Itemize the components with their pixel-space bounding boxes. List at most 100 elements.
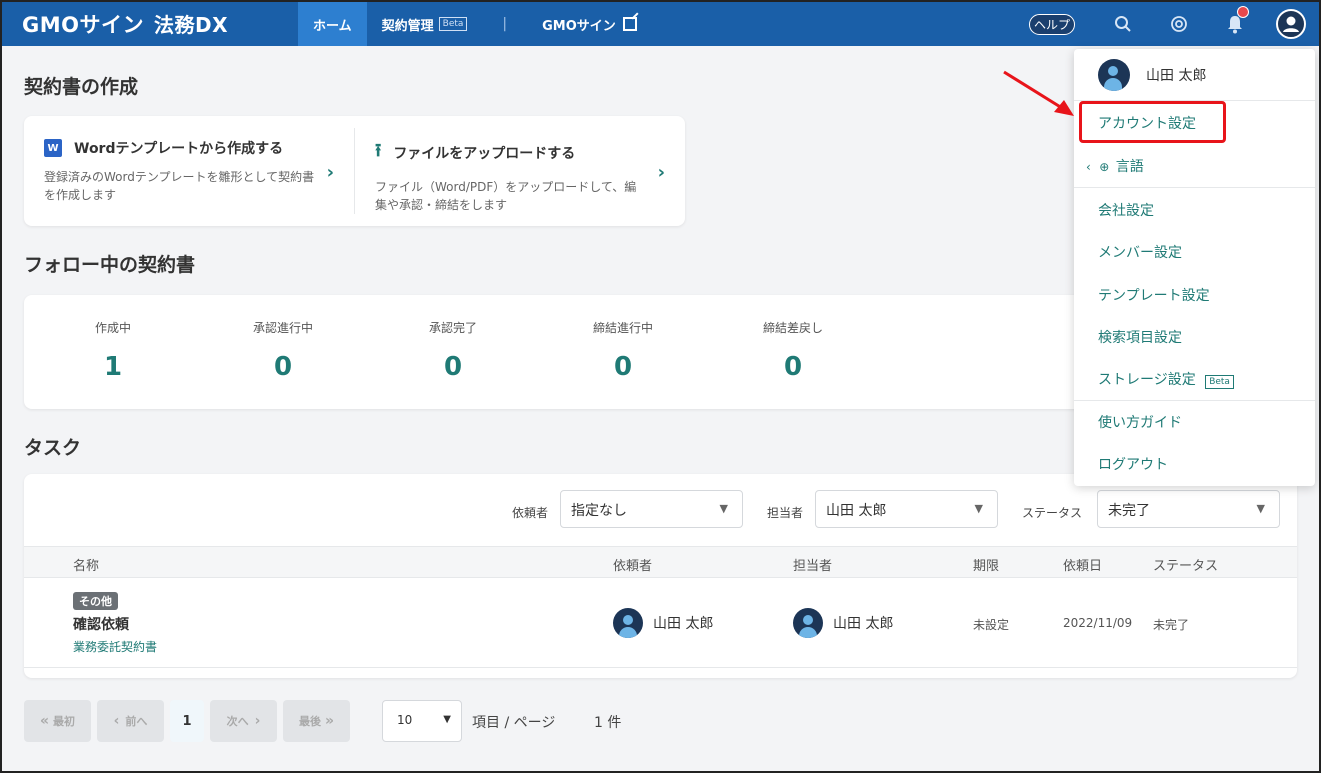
upload-icon: ⭱: [375, 140, 382, 161]
account-menu-button[interactable]: [1263, 2, 1319, 46]
menu-divider: [1074, 187, 1315, 188]
first-page-label: 最初: [53, 715, 76, 728]
word-icon: W: [44, 139, 62, 157]
help-button[interactable]: ヘルプ: [1028, 13, 1075, 35]
avatar: [1098, 58, 1130, 91]
chevron-down-icon: ▼: [1256, 502, 1265, 515]
per-page-label: 項目 / ページ: [472, 715, 556, 731]
follow-section-title: フォロー中の契約書: [24, 254, 196, 276]
menu-item-template-settings[interactable]: テンプレート設定: [1098, 285, 1210, 305]
tab-gmo-sign-label: GMOサイン: [542, 18, 616, 34]
avatar: [613, 608, 643, 638]
menu-item-language[interactable]: ‹ ⊕ 言語: [1086, 156, 1144, 176]
menu-item-logout[interactable]: ログアウト: [1098, 454, 1168, 474]
per-page-select[interactable]: 10 ▼: [382, 700, 462, 742]
task-table-header: 名称 依頼者 担当者 期限 依頼日 ステータス: [24, 546, 1297, 578]
status-filter-select[interactable]: 未完了 ▼: [1097, 490, 1280, 528]
status-filter-value: 未完了: [1108, 503, 1150, 519]
next-page-button[interactable]: 次へ ›: [210, 700, 277, 742]
requester-filter-label: 依頼者: [512, 506, 549, 520]
prev-page-label: 前へ: [125, 715, 148, 728]
stat-value: 0: [783, 352, 803, 382]
search-button[interactable]: [1095, 2, 1151, 46]
help-label: ヘルプ: [1033, 17, 1070, 32]
dropdown-user-name: 山田 太郎: [1146, 67, 1207, 84]
create-from-word-template[interactable]: W Wordテンプレートから作成する 登録済みのWordテンプレートを雛形として…: [24, 116, 354, 226]
nav-separator: |: [502, 16, 508, 32]
menu-item-search-field-settings[interactable]: 検索項目設定: [1098, 327, 1182, 347]
stat-approval-in-progress[interactable]: 承認進行中 0: [198, 319, 368, 382]
column-header-requester[interactable]: 依頼者: [613, 555, 652, 574]
column-header-deadline[interactable]: 期限: [973, 555, 999, 574]
table-row[interactable]: その他 確認依頼 業務委託契約書 山田 太郎 山田 太郎 未設定 2022/11…: [24, 578, 1297, 668]
external-link-icon: [622, 17, 637, 31]
assignee-filter-label: 担当者: [767, 506, 804, 520]
requester-cell: 山田 太郎: [613, 608, 713, 638]
pointer-arrow-annotation: [1003, 70, 1074, 116]
stat-label: 承認完了: [428, 321, 477, 335]
double-chevron-left-icon: «: [39, 713, 50, 729]
prev-page-button[interactable]: ‹ 前へ: [97, 700, 164, 742]
notification-badge: [1237, 6, 1249, 18]
stat-value: 1: [103, 352, 123, 382]
page-number-button[interactable]: 1: [170, 700, 204, 742]
menu-item-storage-settings[interactable]: ストレージ設定 Beta: [1098, 369, 1234, 389]
highlight-annotation: [1079, 101, 1226, 143]
column-header-name[interactable]: 名称: [73, 555, 99, 574]
per-page-value: 10: [397, 713, 413, 727]
chevron-right-icon: ›: [326, 162, 334, 183]
stat-label: 承認進行中: [252, 321, 313, 335]
beta-badge: Beta: [438, 17, 468, 31]
upload-file[interactable]: ⭱ ファイルをアップロードする ファイル（Word/PDF）をアップロードして、…: [355, 116, 685, 226]
tab-home[interactable]: ホーム: [298, 2, 367, 46]
column-header-assignee[interactable]: 担当者: [793, 555, 832, 574]
stat-drafting[interactable]: 作成中 1: [28, 319, 198, 382]
last-page-button[interactable]: 最後 »: [283, 700, 350, 742]
tab-contract-management[interactable]: 契約管理 Beta: [367, 2, 483, 46]
beta-badge: Beta: [1205, 375, 1234, 389]
deadline-cell: 未設定: [973, 618, 1010, 632]
chevron-right-icon: ›: [254, 713, 261, 729]
total-count: 1 件: [594, 715, 622, 731]
tab-home-label: ホーム: [313, 18, 352, 34]
double-chevron-right-icon: »: [324, 713, 335, 729]
status-filter-label: ステータス: [1022, 506, 1083, 520]
menu-item-company-settings[interactable]: 会社設定: [1098, 200, 1154, 220]
next-page-label: 次へ: [226, 715, 249, 728]
stat-value: 0: [443, 352, 463, 382]
assignee-filter-select[interactable]: 山田 太郎 ▼: [815, 490, 998, 528]
menu-item-usage-guide[interactable]: 使い方ガイド: [1098, 412, 1182, 432]
upload-desc: ファイル（Word/PDF）をアップロードして、編集や承認・締結をします: [375, 180, 637, 212]
notification-button[interactable]: [1207, 2, 1263, 46]
chevron-left-icon: ‹: [1086, 160, 1091, 174]
stat-signing-returned[interactable]: 締結差戻し 0: [708, 319, 878, 382]
requester-filter-select[interactable]: 指定なし ▼: [560, 490, 743, 528]
header-actions: ヘルプ: [1028, 2, 1319, 46]
globe-icon: ⊕: [1099, 160, 1110, 174]
account-icon: [1276, 9, 1306, 39]
menu-item-member-settings[interactable]: メンバー設定: [1098, 242, 1182, 262]
stat-signing-in-progress[interactable]: 締結進行中 0: [538, 319, 708, 382]
chevron-down-icon: ▼: [719, 502, 728, 515]
app-logo[interactable]: GMOサイン 法務DX: [22, 9, 298, 39]
chevron-down-icon: ▼: [443, 714, 451, 725]
column-header-request-date[interactable]: 依頼日: [1063, 555, 1102, 574]
task-name: 確認依頼: [73, 617, 129, 633]
upload-label: ファイルをアップロードする: [393, 146, 576, 162]
tab-gmo-sign-external[interactable]: GMOサイン: [527, 2, 652, 46]
first-page-button[interactable]: « 最初: [24, 700, 91, 742]
mention-button[interactable]: [1151, 2, 1207, 46]
create-section-title: 契約書の作成: [24, 76, 139, 98]
menu-item-storage-label: ストレージ設定: [1098, 372, 1196, 388]
current-page-number: 1: [182, 713, 192, 729]
logo-text: GMOサイン: [22, 13, 144, 37]
logo-suffix: 法務DX: [154, 13, 229, 37]
stat-approval-complete[interactable]: 承認完了 0: [368, 319, 538, 382]
create-card: W Wordテンプレートから作成する 登録済みのWordテンプレートを雛形として…: [24, 116, 685, 226]
last-page-label: 最後: [298, 715, 321, 728]
column-header-status[interactable]: ステータス: [1153, 555, 1218, 574]
tab-contract-label: 契約管理: [381, 18, 434, 34]
contract-link[interactable]: 業務委託契約書: [73, 638, 157, 655]
upload-title: ⭱ ファイルをアップロードする: [375, 138, 685, 168]
chevron-left-icon: ‹: [113, 713, 120, 729]
